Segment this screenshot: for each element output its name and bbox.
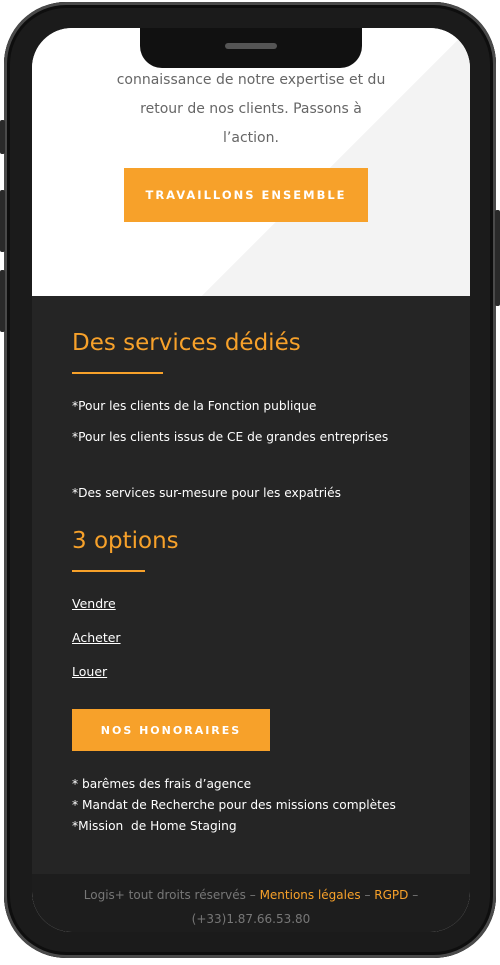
hero-text: connaissance de notre expertise et du re… <box>92 66 410 153</box>
service-item: *Pour les clients issus de CE de grandes… <box>72 430 389 444</box>
phone-volume-up <box>0 190 5 252</box>
link-acheter[interactable]: Acheter <box>72 630 121 645</box>
note-item: * barêmes des frais d’agence <box>72 777 252 791</box>
mentions-legales-link[interactable]: Mentions légales <box>260 888 361 902</box>
footer-line: Logis+ tout droits réservés – Mentions l… <box>32 888 470 902</box>
rgpd-link[interactable]: RGPD <box>374 888 408 902</box>
services-title-rule <box>72 372 163 374</box>
footer-separator: – <box>360 888 375 902</box>
footer-copyright: Logis+ tout droits réservés <box>83 888 246 902</box>
hero-text-line: l’action. <box>223 130 279 146</box>
hero-section: connaissance de notre expertise et du re… <box>32 28 470 296</box>
link-vendre[interactable]: Vendre <box>72 596 116 611</box>
speaker-icon <box>225 43 277 49</box>
note-item: * Mandat de Recherche pour des missions … <box>72 798 396 812</box>
phone-side-button <box>0 120 5 154</box>
footer-phone: (+33)1.87.66.53.80 <box>191 912 311 926</box>
options-title: 3 options <box>72 528 179 554</box>
hero-text-line: connaissance de notre expertise et du <box>116 72 386 88</box>
nos-honoraires-button[interactable]: NOS HONORAIRES <box>72 709 270 751</box>
note-item: *Mission de Home Staging <box>72 819 237 833</box>
service-item: *Pour les clients de la Fonction publiqu… <box>72 399 317 413</box>
phone-volume-down <box>0 270 5 332</box>
phone-power-button <box>495 210 500 306</box>
footer: Logis+ tout droits réservés – Mentions l… <box>32 874 470 932</box>
options-title-rule <box>72 570 145 572</box>
travaillons-ensemble-button[interactable]: TRAVAILLONS ENSEMBLE <box>124 168 368 222</box>
footer-separator: – <box>245 888 260 902</box>
services-title: Des services dédiés <box>72 330 301 356</box>
link-louer[interactable]: Louer <box>72 664 107 679</box>
services-section: Des services dédiés *Pour les clients de… <box>32 296 470 874</box>
footer-separator: – <box>408 888 419 902</box>
service-item: *Des services sur-mesure pour les expatr… <box>72 486 341 500</box>
hero-text-line: retour de nos clients. Passons à <box>140 101 362 117</box>
screen: connaissance de notre expertise et du re… <box>32 28 470 932</box>
